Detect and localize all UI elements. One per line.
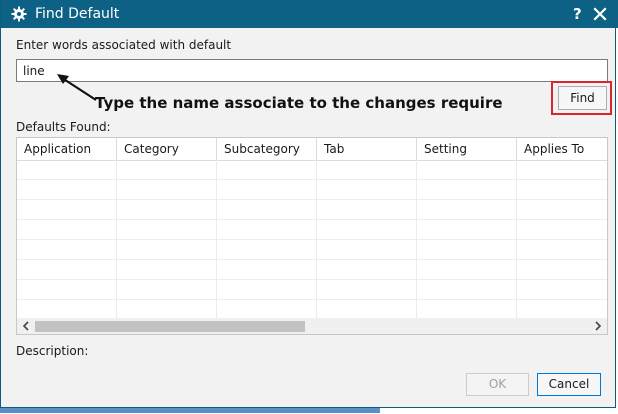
column-header-application[interactable]: Application [17,138,117,160]
table-cell [417,300,517,319]
table-cell [517,160,607,179]
table-cell [217,180,317,199]
annotation-arrow [57,74,97,101]
table-header: Application Category Subcategory Tab Set… [17,138,607,161]
table-cell [217,280,317,299]
table-cell [517,180,607,199]
table-cell [417,200,517,219]
table-cell [217,300,317,319]
table-cell [517,280,607,299]
table-cell [17,240,117,259]
table-cell [117,220,217,239]
ok-button[interactable]: OK [466,373,529,396]
table-row [17,280,607,300]
column-header-subcategory[interactable]: Subcategory [217,138,317,160]
scroll-right-icon[interactable] [593,320,603,332]
help-icon[interactable]: ? [573,5,582,23]
table-row [17,180,607,200]
window-title: Find Default [35,6,120,22]
scroll-left-icon[interactable] [21,320,31,332]
table-row [17,160,607,180]
close-icon[interactable] [593,7,607,21]
column-header-category[interactable]: Category [117,138,217,160]
table-cell [117,260,217,279]
cancel-button[interactable]: Cancel [537,373,601,396]
table-cell [117,200,217,219]
column-header-setting[interactable]: Setting [417,138,517,160]
table-cell [17,260,117,279]
table-cell [17,280,117,299]
table-cell [417,280,517,299]
defaults-table: Application Category Subcategory Tab Set… [16,137,608,335]
column-header-applies-to[interactable]: Applies To [517,138,607,160]
table-cell [317,240,417,259]
table-cell [117,280,217,299]
table-cell [517,200,607,219]
table-cell [117,160,217,179]
table-cell [17,160,117,179]
table-cell [317,220,417,239]
table-cell [517,260,607,279]
annotation-text: Type the name associate to the changes r… [95,94,503,112]
table-cell [217,240,317,259]
column-header-tab[interactable]: Tab [317,138,417,160]
table-cell [117,300,217,319]
table-cell [217,220,317,239]
table-cell [417,180,517,199]
find-default-dialog: Find Default ? Enter words associated wi… [0,0,618,408]
description-label: Description: [16,344,89,358]
table-cell [217,260,317,279]
table-cell [317,300,417,319]
scrollbar-thumb[interactable] [35,321,305,332]
table-cell [417,160,517,179]
table-row [17,200,607,220]
table-cell [117,180,217,199]
table-cell [417,220,517,239]
table-cell [217,160,317,179]
table-cell [217,200,317,219]
table-cell [17,200,117,219]
table-cell [17,300,117,319]
table-cell [517,240,607,259]
find-button[interactable]: Find [558,86,607,110]
table-cell [317,280,417,299]
table-row [17,260,607,280]
table-cell [317,200,417,219]
search-input[interactable] [16,59,608,82]
table-cell [317,160,417,179]
table-row [17,220,607,240]
gear-icon [11,6,27,22]
table-cell [517,220,607,239]
table-row [17,240,607,260]
search-label: Enter words associated with default [16,38,232,52]
background-accent [0,408,380,413]
table-cell [17,220,117,239]
table-cell [117,240,217,259]
background-strip [0,408,618,414]
table-cell [417,240,517,259]
horizontal-scrollbar[interactable] [17,318,607,334]
table-body [17,160,607,320]
table-cell [517,300,607,319]
defaults-found-label: Defaults Found: [16,120,111,134]
table-row [17,300,607,320]
table-cell [417,260,517,279]
title-bar: Find Default ? [1,0,618,28]
table-cell [17,180,117,199]
table-cell [317,180,417,199]
table-cell [317,260,417,279]
